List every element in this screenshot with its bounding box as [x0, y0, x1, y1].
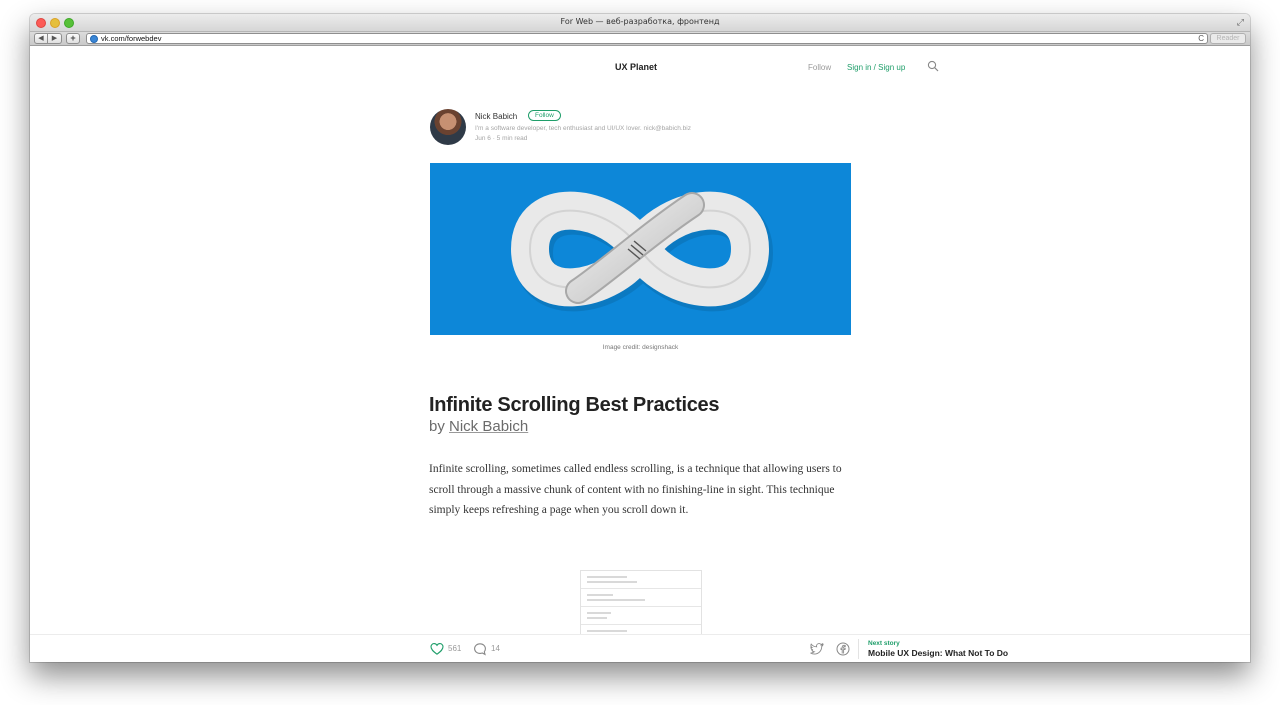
- article-title: Infinite Scrolling Best Practices: [429, 394, 720, 416]
- page-content: UX Planet Follow Sign in / Sign up Nick …: [30, 47, 1250, 662]
- next-story-link[interactable]: Mobile UX Design: What Not To Do: [868, 648, 1008, 658]
- hero-image: [430, 163, 851, 335]
- next-story-label: Next story: [868, 640, 900, 647]
- publication-nav: UX Planet Follow Sign in / Sign up: [30, 47, 1250, 87]
- figure-line: [587, 576, 627, 578]
- url-text[interactable]: vk.com/forwebdev: [101, 34, 161, 43]
- figure-row: [581, 607, 701, 625]
- title-bar: For Web — веб-разработка, фронтенд ⤢: [30, 14, 1250, 32]
- image-caption: Image credit: designshack: [602, 344, 679, 351]
- add-bookmark-button[interactable]: +: [66, 33, 80, 44]
- signin-link[interactable]: Sign in / Sign up: [847, 63, 905, 72]
- article-paragraph: Infinite scrolling, sometimes called end…: [429, 463, 842, 516]
- avatar[interactable]: [430, 109, 466, 145]
- heart-icon[interactable]: [430, 642, 444, 656]
- comment-icon[interactable]: [473, 642, 487, 656]
- byline-author-link[interactable]: Nick Babich: [449, 418, 528, 435]
- forward-button[interactable]: ▶: [48, 33, 62, 44]
- twitter-icon[interactable]: [810, 643, 824, 655]
- figure-line: [587, 594, 613, 596]
- infinity-icon: [511, 191, 773, 312]
- figure-line: [587, 599, 645, 601]
- figure-line: [587, 612, 611, 614]
- figure-line: [587, 581, 637, 583]
- author-name[interactable]: Nick Babich: [475, 112, 517, 121]
- reader-button[interactable]: Reader: [1210, 33, 1246, 44]
- figure-row: [581, 571, 701, 589]
- window-title: For Web — веб-разработка, фронтенд: [560, 17, 720, 26]
- likes-count: 561: [448, 644, 462, 653]
- comments-count: 14: [491, 644, 500, 653]
- back-button[interactable]: ◀: [34, 33, 48, 44]
- byline-prefix: by: [429, 418, 450, 435]
- article-figure: [580, 570, 702, 640]
- history-buttons: ◀ ▶: [34, 33, 62, 44]
- post-action-bar: 561 14 Next story Mobile UX Design: What…: [30, 634, 1250, 662]
- reload-icon[interactable]: C: [1198, 34, 1204, 43]
- browser-window: For Web — веб-разработка, фронтенд ⤢ ◀ ▶…: [30, 14, 1250, 662]
- follow-publication-link[interactable]: Follow: [808, 63, 831, 72]
- author-bio: I'm a software developer, tech enthusias…: [475, 125, 691, 132]
- facebook-icon[interactable]: [836, 642, 850, 656]
- post-meta: Jun 6 · 5 min read: [475, 135, 528, 142]
- byline: by Nick Babich: [429, 418, 528, 435]
- author-block: Nick Babich Follow I'm a software develo…: [430, 109, 850, 149]
- browser-toolbar: ◀ ▶ + vk.com/forwebdev C Reader: [30, 32, 1250, 46]
- figure-row: [581, 589, 701, 607]
- search-icon[interactable]: [927, 60, 939, 72]
- figure-line: [587, 630, 627, 632]
- fullscreen-icon[interactable]: ⤢: [1237, 17, 1244, 28]
- globe-icon: [90, 35, 98, 43]
- address-bar[interactable]: vk.com/forwebdev C: [86, 33, 1208, 44]
- publication-name[interactable]: UX Planet: [615, 62, 657, 72]
- follow-author-button[interactable]: Follow: [528, 110, 561, 121]
- figure-line: [587, 617, 607, 619]
- divider: [858, 639, 859, 659]
